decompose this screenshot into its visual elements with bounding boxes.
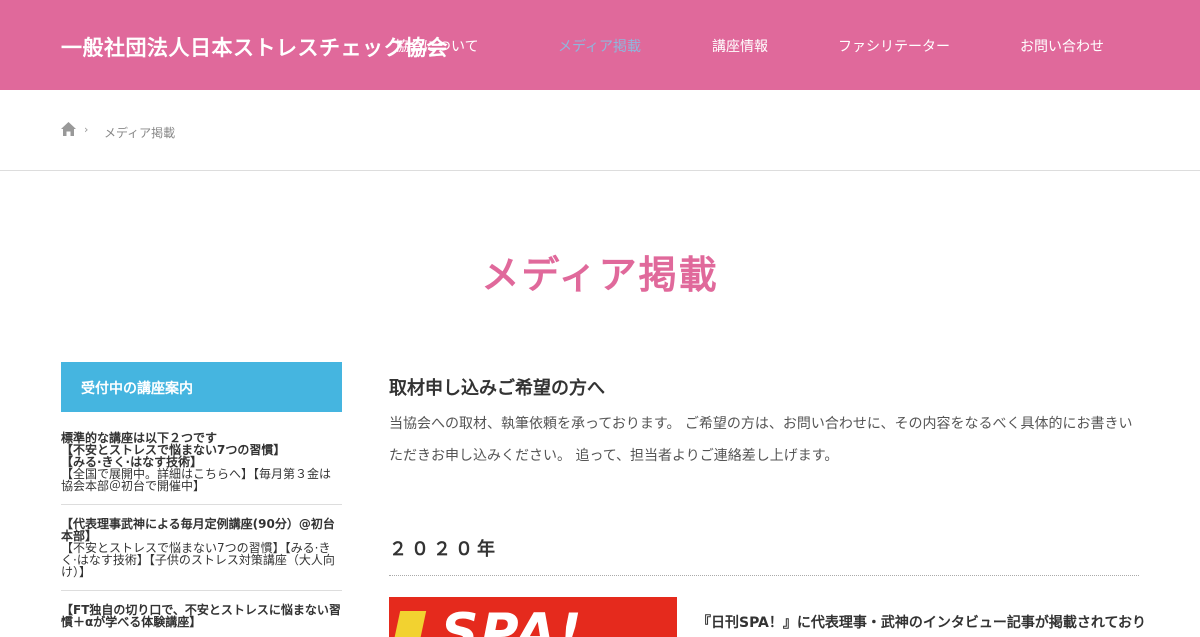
spa-logo: SPA! <box>441 603 584 637</box>
sidebar-entry-title[interactable]: 標準的な講座は以下２つです 【不安とストレスで悩まない7つの習慣】 【みる·きく… <box>61 432 342 468</box>
site-header: 一般社団法人日本ストレスチェック協会 協会について メディア掲載 講座情報 ファ… <box>0 0 1200 90</box>
breadcrumb <box>0 90 1200 171</box>
sidebar-divider <box>61 590 342 591</box>
article-thumbnail[interactable]: SPA! <box>389 597 677 637</box>
body-line: 当協会への取材、執筆依頼を承っております。 ご希望の方は、お問い合わせに、その内… <box>389 416 1133 432</box>
sidebar-entry[interactable]: 【FT独自の切り口で、不安とストレスに悩まない習慣＋αが学べる体験講座】 <box>61 604 342 628</box>
divider <box>389 575 1139 576</box>
body-line: ただきお申し込みください。 追って、担当者よりご連絡差し上げます。 <box>389 448 839 464</box>
nav-courses[interactable]: 講座情報 <box>712 36 768 56</box>
home-icon[interactable] <box>61 122 76 136</box>
sidebar-entry-title[interactable]: 【代表理事武神による毎月定例講座(90分）@初台本部】 <box>61 518 342 542</box>
content-subheading: 取材申し込みご希望の方へ <box>389 378 605 399</box>
sidebar-entry-title[interactable]: 【FT独自の切り口で、不安とストレスに悩まない習慣＋αが学べる体験講座】 <box>61 604 342 628</box>
sidebar-divider <box>61 504 342 505</box>
page-title: メディア掲載 <box>481 253 719 297</box>
sidebar-heading: 受付中の講座案内 <box>61 362 342 412</box>
sidebar-entry[interactable]: 【代表理事武神による毎月定例講座(90分）@初台本部】 【不安とストレスで悩まな… <box>61 518 342 578</box>
sidebar-entry-detail: 【不安とストレスで悩まない7つの習慣】【みる·きく·はなす技術】【子供のストレス… <box>61 541 335 579</box>
nav-facilitator[interactable]: ファシリテーター <box>838 36 950 56</box>
article-title[interactable]: 『日刊SPA！』に代表理事・武神のインタビュー記事が掲載されており <box>697 612 1147 632</box>
sidebar-entry[interactable]: 標準的な講座は以下２つです 【不安とストレスで悩まない7つの習慣】 【みる·きく… <box>61 432 342 492</box>
sidebar-entry-detail: 【全国で展開中。詳細はこちらへ】【毎月第３金は協会本部＠初台で開催中】 <box>61 467 332 493</box>
nav-media[interactable]: メディア掲載 <box>558 36 641 56</box>
site-title[interactable]: 一般社団法人日本ストレスチェック協会 <box>61 32 448 62</box>
nav-about[interactable]: 協会について <box>395 36 479 56</box>
logo-mark <box>393 611 427 637</box>
nav-contact[interactable]: お問い合わせ <box>1020 36 1104 56</box>
content-body: 当協会への取材、執筆依頼を承っております。 ご希望の方は、お問い合わせに、その内… <box>389 408 1149 472</box>
breadcrumb-current: メディア掲載 <box>104 126 176 140</box>
year-heading: ２０２０年 <box>389 539 499 560</box>
breadcrumb-separator: › <box>84 123 89 136</box>
